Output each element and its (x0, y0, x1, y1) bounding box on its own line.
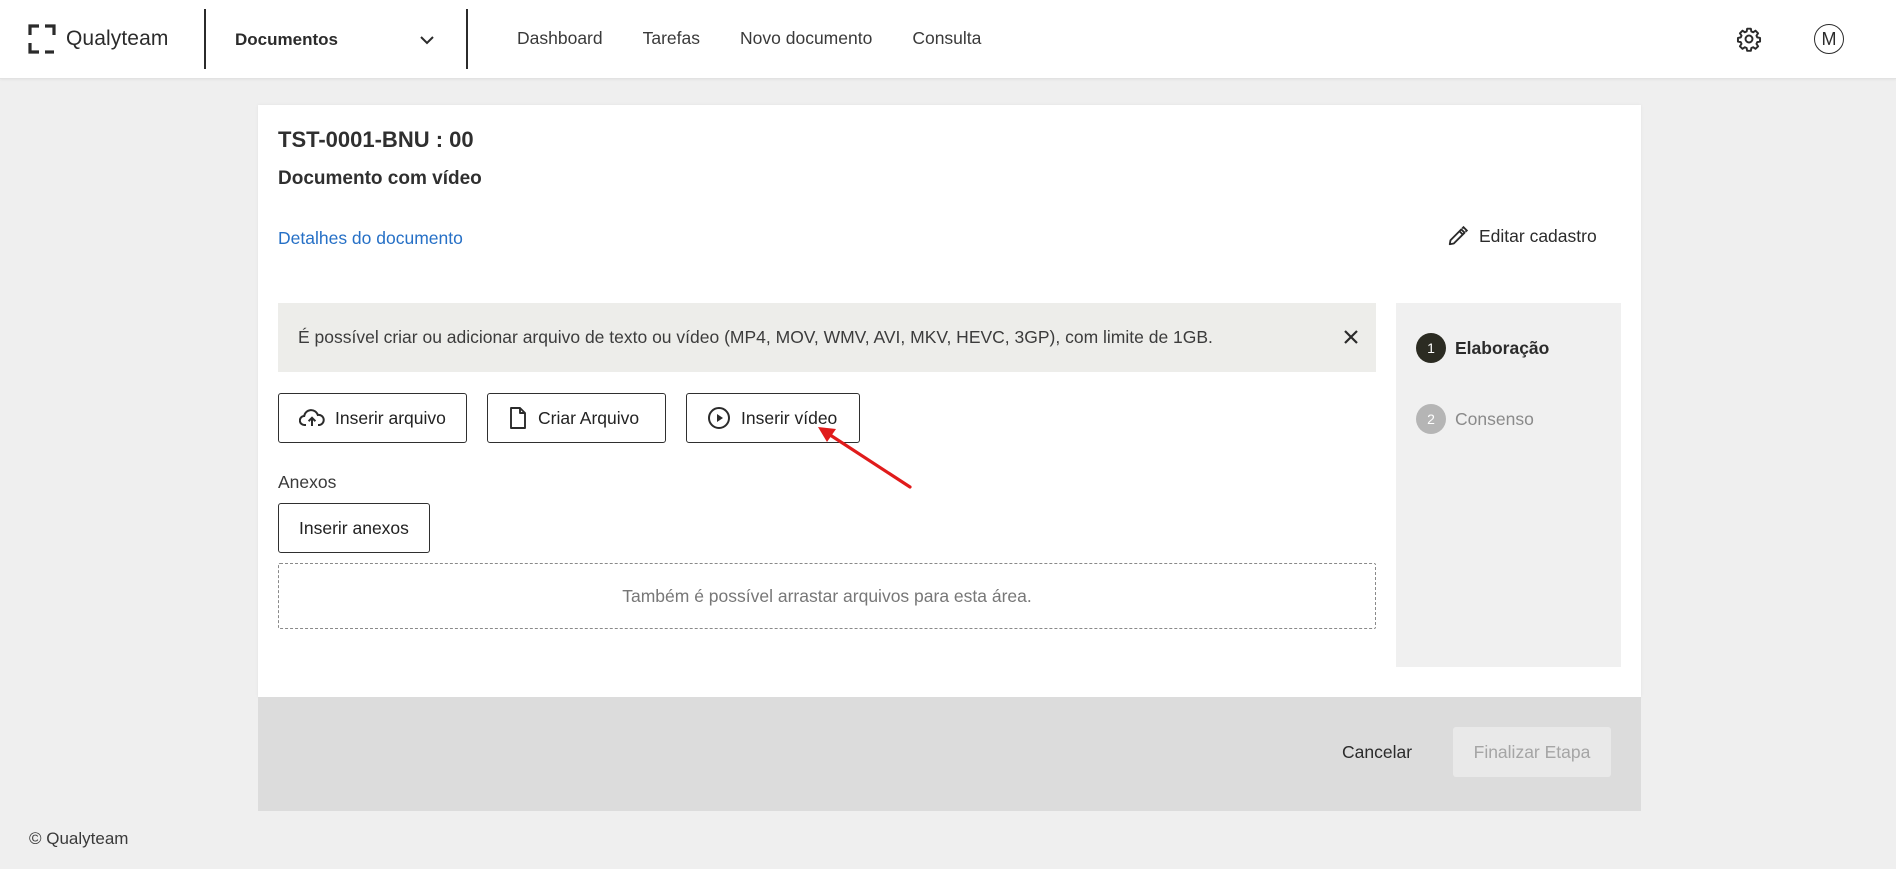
divider (204, 9, 206, 69)
dropzone-hint: Também é possível arrastar arquivos para… (622, 585, 1032, 606)
document-code: TST-0001-BNU : 00 (278, 127, 474, 152)
cloud-upload-icon (299, 409, 325, 426)
step-label: Consenso (1455, 408, 1534, 429)
main-nav: Dashboard Tarefas Novo documento Consult… (517, 28, 981, 49)
workflow-steps-panel: 1 Elaboração 2 Consenso (1396, 303, 1621, 667)
copyright-text: © Qualyteam (29, 829, 129, 848)
info-banner-text: É possível criar ou adicionar arquivo de… (298, 327, 1213, 347)
nav-dashboard[interactable]: Dashboard (517, 28, 603, 49)
close-icon[interactable] (1341, 327, 1361, 347)
brand-logo[interactable]: Qualyteam (28, 24, 168, 54)
document-icon (510, 407, 526, 429)
nav-novo-documento[interactable]: Novo documento (740, 28, 872, 49)
card-footer: Cancelar Finalizar Etapa (258, 697, 1641, 811)
nav-tarefas[interactable]: Tarefas (643, 28, 700, 49)
user-avatar[interactable]: M (1814, 24, 1844, 54)
attachments-label: Anexos (278, 472, 337, 492)
play-circle-icon (708, 407, 730, 429)
step-number: 2 (1416, 404, 1446, 434)
gear-icon[interactable] (1736, 26, 1762, 52)
insert-attachments-label: Inserir anexos (299, 517, 409, 538)
module-select[interactable]: Documentos (235, 26, 435, 54)
brand-name: Qualyteam (66, 27, 169, 50)
pencil-icon (1448, 225, 1469, 246)
document-title: Documento com vídeo (278, 168, 482, 189)
create-file-button[interactable]: Criar Arquivo (487, 393, 666, 443)
step-consenso: 2 Consenso (1416, 404, 1534, 434)
file-dropzone[interactable]: Também é possível arrastar arquivos para… (278, 563, 1376, 629)
module-select-value: Documentos (235, 30, 338, 49)
create-file-label: Criar Arquivo (538, 407, 640, 428)
nav-consulta[interactable]: Consulta (912, 28, 981, 49)
divider (466, 9, 468, 69)
edit-registration-button[interactable]: Editar cadastro (1447, 225, 1597, 247)
insert-file-label: Inserir arquivo (335, 407, 446, 428)
document-card: TST-0001-BNU : 00 Documento com vídeo De… (258, 105, 1641, 811)
finish-step-button[interactable]: Finalizar Etapa (1453, 727, 1611, 777)
step-number: 1 (1416, 333, 1446, 363)
step-label: Elaboração (1455, 337, 1550, 358)
document-details-link[interactable]: Detalhes do documento (278, 228, 463, 249)
insert-file-button[interactable]: Inserir arquivo (278, 393, 467, 443)
insert-video-label: Inserir vídeo (741, 407, 838, 428)
step-elaboracao: 1 Elaboração (1416, 333, 1549, 363)
cancel-button[interactable]: Cancelar (1342, 742, 1412, 763)
qualyteam-logo-icon (28, 24, 56, 54)
insert-video-button[interactable]: Inserir vídeo (686, 393, 860, 443)
info-banner: É possível criar ou adicionar arquivo de… (278, 303, 1376, 372)
insert-attachments-button[interactable]: Inserir anexos (278, 503, 430, 553)
edit-registration-label: Editar cadastro (1479, 225, 1597, 246)
chevron-down-icon (420, 36, 434, 45)
top-navigation-bar: Qualyteam Documentos Dashboard Tarefas N… (0, 0, 1896, 79)
